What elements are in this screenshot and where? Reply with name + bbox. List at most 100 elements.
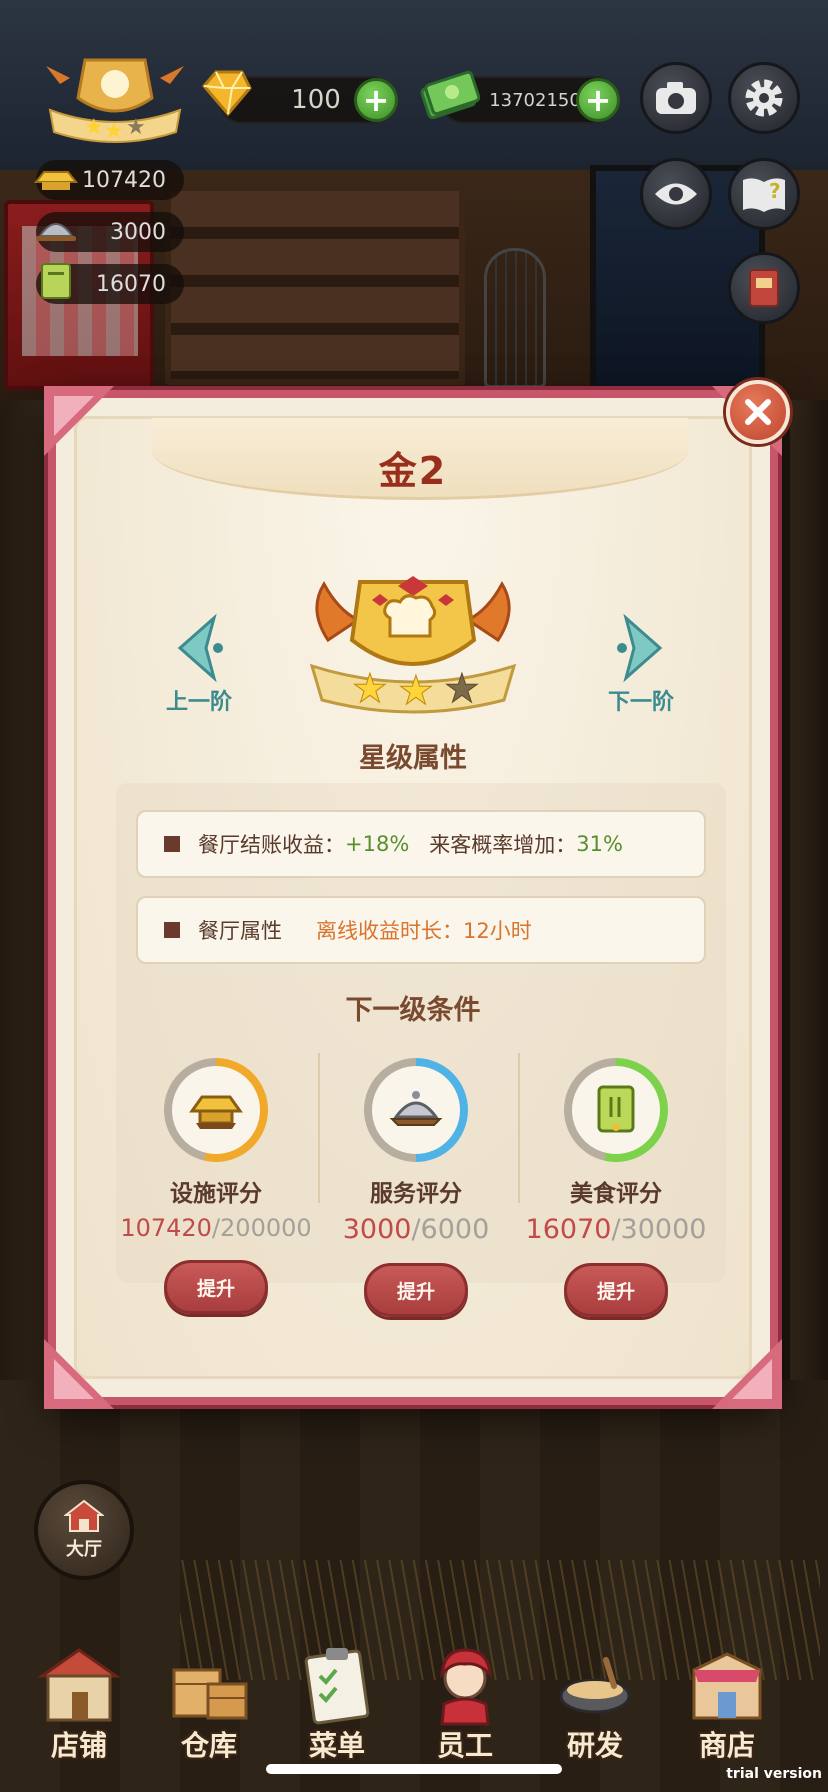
gear-icon <box>745 79 783 117</box>
menu-book-icon <box>41 263 71 299</box>
hall-button[interactable]: 大厅 <box>34 1480 134 1580</box>
svg-text:★: ★ <box>104 119 124 144</box>
rank-title: 金2 <box>378 449 448 493</box>
gold-rank-badge-icon: ★ ★ ★ <box>309 576 517 715</box>
close-modal-button[interactable] <box>726 380 790 444</box>
upgrade-facility-button[interactable]: 提升 <box>164 1260 268 1314</box>
food-score-progress: 16070/30000 <box>525 1214 707 1245</box>
recipe-book-button[interactable] <box>728 252 800 324</box>
rank-badge-icon[interactable]: ★ ★ ★ <box>40 54 190 150</box>
food-score-chip: 16070 <box>36 263 184 304</box>
upgrade-service-button[interactable]: 提升 <box>364 1263 468 1317</box>
svg-text:★: ★ <box>84 115 104 140</box>
food-requirement: 美食评分 16070/30000 提升 <box>516 1058 716 1317</box>
restaurant-attribute-row: 餐厅属性 离线收益时长： 12小时 <box>136 896 706 964</box>
bullet-square-icon <box>164 836 180 852</box>
house-icon <box>64 1499 104 1532</box>
food-progress-ring <box>564 1058 668 1162</box>
service-requirement: 服务评分 3000/6000 提升 <box>316 1058 516 1317</box>
nav-staff[interactable]: 员工 <box>400 1620 530 1770</box>
store-icon <box>692 1652 762 1720</box>
research-pot-icon <box>559 1657 631 1714</box>
next-rank-label: 下一阶 <box>607 690 674 715</box>
nav-staff-label: 员工 <box>436 1729 493 1762</box>
facility-score-label: 设施评分 <box>170 1181 262 1207</box>
offline-duration-value: 12小时 <box>463 919 532 943</box>
svg-text:★: ★ <box>352 666 388 712</box>
checkout-bonus-row: 餐厅结账收益： +18% 来客概率增加： 31% <box>136 810 706 878</box>
svg-text:★: ★ <box>126 115 146 140</box>
visitor-rate-label: 来客概率增加： <box>429 833 577 857</box>
nav-shop-label: 店铺 <box>50 1729 107 1762</box>
trial-watermark: trial version <box>726 1766 822 1782</box>
prev-rank-button[interactable]: 上一阶 <box>144 608 254 718</box>
serving-cloche-icon <box>389 1091 443 1126</box>
facility-score-chip: 107420 <box>33 160 184 200</box>
chevron-left-icon <box>177 613 223 683</box>
svg-text:★: ★ <box>398 668 434 714</box>
nav-research-label: 研发 <box>566 1729 623 1762</box>
home-indicator[interactable] <box>266 1764 562 1774</box>
checkout-income-label: 餐厅结账收益： <box>198 833 345 857</box>
next-rank-button[interactable]: 下一阶 <box>586 608 696 718</box>
eye-icon <box>655 183 697 205</box>
upgrade-food-button[interactable]: 提升 <box>564 1263 668 1317</box>
chevron-right-icon <box>617 613 663 683</box>
gold-ingot-icon <box>33 171 79 190</box>
gem-icon <box>198 68 254 118</box>
bullet-square-icon <box>164 922 180 938</box>
staff-icon <box>440 1648 492 1726</box>
nav-store-label: 商店 <box>698 1729 755 1762</box>
hall-label: 大厅 <box>66 1539 102 1560</box>
restaurant-attribute-label: 餐厅属性 <box>198 919 282 943</box>
service-score-progress: 3000/6000 <box>342 1214 490 1245</box>
corner-ribbon-icon <box>712 1339 782 1409</box>
recipe-book-icon <box>749 269 779 307</box>
corner-ribbon-icon <box>44 1339 114 1409</box>
cash-icon <box>418 66 481 120</box>
service-score-value: 3000 <box>110 219 166 245</box>
help-book-icon: ? <box>743 178 785 212</box>
prev-rank-label: 上一阶 <box>165 690 232 715</box>
svg-text:★: ★ <box>444 666 480 712</box>
close-icon <box>745 399 771 425</box>
service-score-chip: 3000 <box>36 212 184 252</box>
next-level-conditions-title: 下一级条件 <box>345 995 481 1026</box>
bottom-navigation: 店铺 仓库 菜单 员工 研发 商店 <box>0 1620 828 1770</box>
service-score-label: 服务评分 <box>370 1181 462 1207</box>
nav-menu[interactable]: 菜单 <box>272 1620 402 1770</box>
scene-left-wall <box>0 400 52 1400</box>
rank-details-modal: 金2 上一阶 下一阶 ★ ★ ★ 星级属性 餐厅结账收益： +18% 来客概率增… <box>44 386 782 1409</box>
facility-progress-ring <box>164 1058 268 1162</box>
visitor-rate-value: 31% <box>576 832 623 856</box>
menu-clipboard-icon <box>304 1648 370 1725</box>
nav-warehouse[interactable]: 仓库 <box>144 1620 274 1770</box>
camera-button[interactable] <box>640 62 712 134</box>
scene-right-wall <box>790 400 828 1400</box>
nav-warehouse-label: 仓库 <box>180 1729 237 1762</box>
settings-button[interactable] <box>728 62 800 134</box>
add-gems-button[interactable]: + <box>354 78 398 122</box>
facility-score-value: 107420 <box>82 167 166 193</box>
scene-bottle-shelf <box>165 185 465 385</box>
add-cash-button[interactable]: + <box>576 78 620 122</box>
food-score-value: 16070 <box>96 271 166 297</box>
food-score-label: 美食评分 <box>570 1181 662 1207</box>
nav-menu-label: 菜单 <box>308 1729 365 1762</box>
gold-ingot-icon <box>189 1095 243 1129</box>
serving-cloche-icon <box>36 223 76 241</box>
facility-requirement: 设施评分 107420/200000 提升 <box>116 1058 316 1314</box>
star-attributes-title: 星级属性 <box>359 743 467 774</box>
offline-duration-label: 离线收益时长： <box>316 919 463 943</box>
scene-bird-cage <box>484 248 546 388</box>
nav-store[interactable]: 商店 <box>662 1620 792 1770</box>
service-progress-ring <box>364 1058 468 1162</box>
view-button[interactable] <box>640 158 712 230</box>
svg-text:?: ? <box>769 179 781 203</box>
checkout-income-value: +18% <box>345 832 410 856</box>
help-button[interactable]: ? <box>728 158 800 230</box>
nav-research[interactable]: 研发 <box>530 1620 660 1770</box>
menu-book-icon <box>597 1085 635 1133</box>
camera-icon <box>656 82 696 114</box>
nav-shop[interactable]: 店铺 <box>14 1620 144 1770</box>
